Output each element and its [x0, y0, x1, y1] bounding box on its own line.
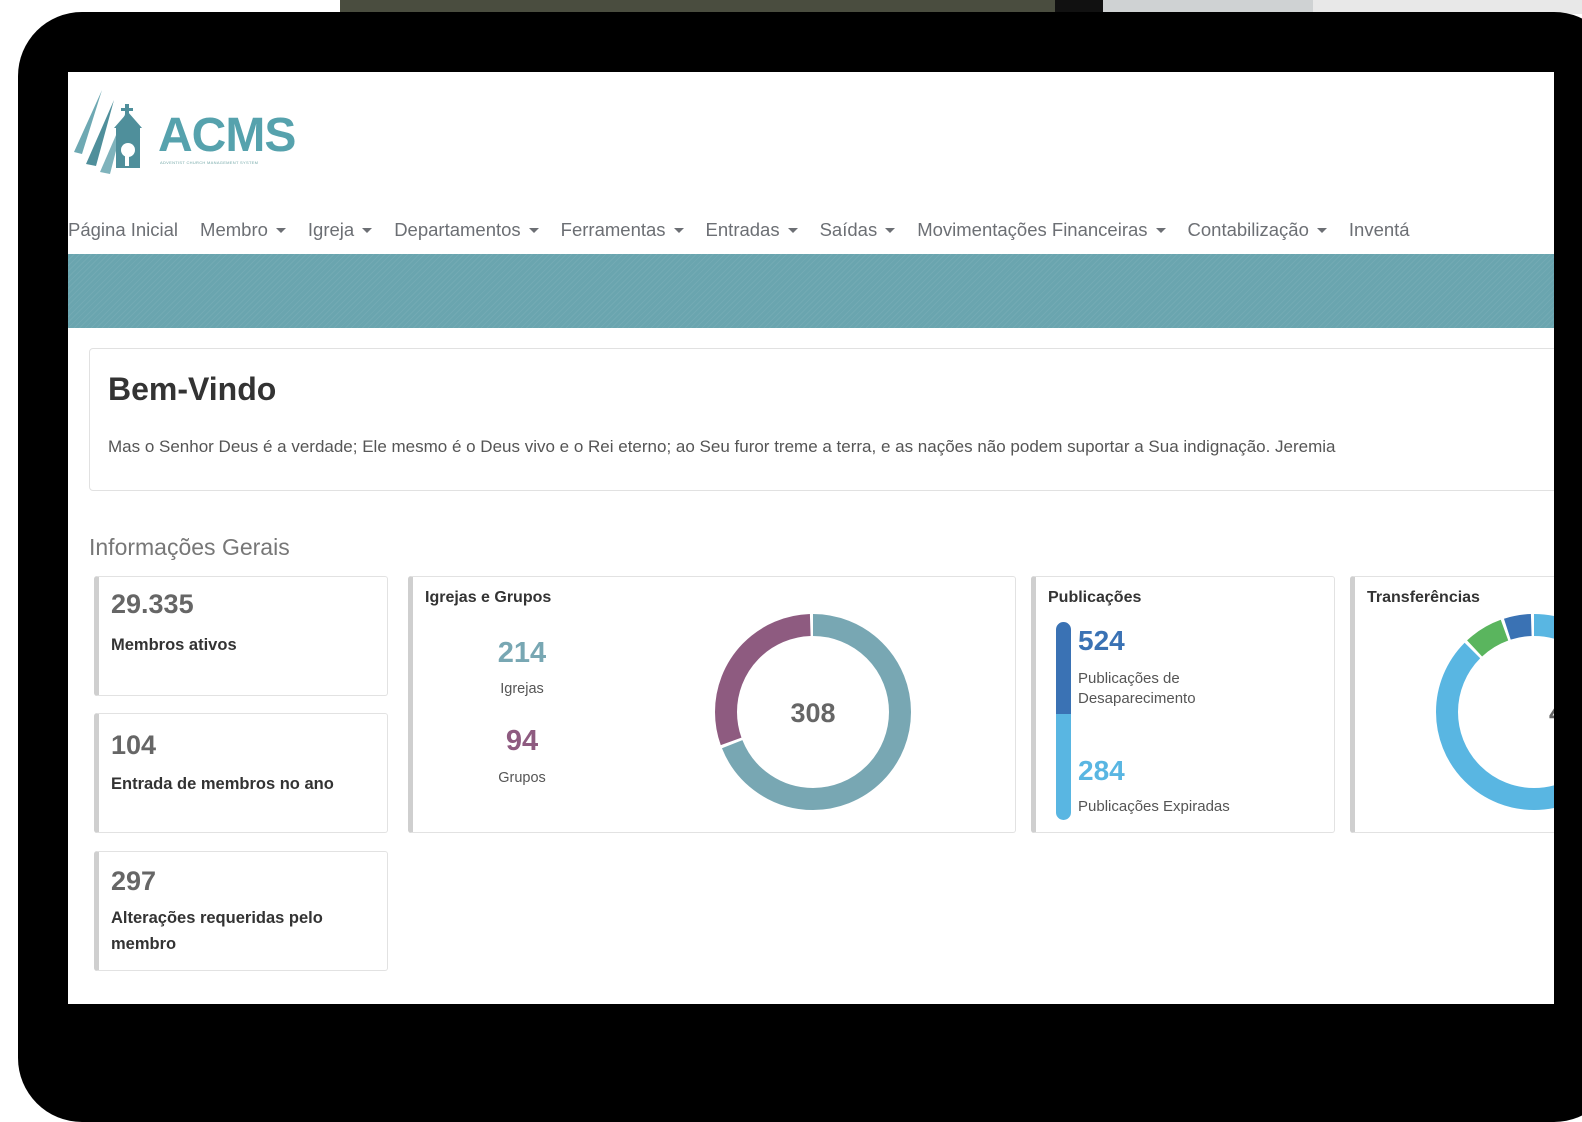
- donut-segment-0: [1436, 614, 1554, 810]
- section-title: Informações Gerais: [89, 534, 290, 560]
- desaparecimento-value: 524: [1078, 625, 1125, 656]
- nav-item-4[interactable]: Ferramentas: [561, 218, 684, 242]
- transferencias-panel[interactable]: Transferências 48: [1350, 576, 1554, 833]
- caret-down-icon: [1155, 227, 1166, 233]
- stat-value: 297: [111, 866, 157, 896]
- welcome-verse: Mas o Senhor Deus é a verdade; Ele mesmo…: [108, 437, 1336, 456]
- stat-card-membros-ativos[interactable]: 29.335 Membros ativos: [94, 576, 388, 696]
- igrejas-label: Igrejas: [500, 681, 544, 697]
- nav-item-label: Saídas: [819, 219, 878, 240]
- caret-down-icon: [673, 227, 684, 233]
- stat-value: 29.335: [111, 589, 194, 619]
- nav-item-9[interactable]: Inventá: [1349, 218, 1410, 242]
- logo-subtitle: ADVENTIST CHURCH MANAGEMENT SYSTEM: [160, 160, 259, 165]
- publicacoes-panel[interactable]: Publicações 524 Publicações de Desaparec…: [1031, 576, 1335, 833]
- nav-item-label: Membro: [200, 219, 268, 240]
- grupos-label: Grupos: [498, 770, 546, 786]
- igrejas-grupos-panel[interactable]: Igrejas e Grupos 214 Igrejas 94 Grupos 3…: [408, 576, 1016, 833]
- expiradas-label: Publicações Expiradas: [1078, 798, 1230, 815]
- igrejas-grupos-donut: 308: [715, 614, 911, 810]
- caret-down-icon: [362, 227, 373, 233]
- acms-logo[interactable]: ACMS ADVENTIST CHURCH MANAGEMENT SYSTEM: [72, 82, 312, 178]
- caret-down-icon: [275, 227, 286, 233]
- panel-title: Publicações: [1048, 589, 1142, 606]
- nav-item-7[interactable]: Movimentações Financeiras: [917, 218, 1166, 242]
- welcome-panel: Bem-Vindo Mas o Senhor Deus é a verdade;…: [89, 348, 1554, 491]
- nav-item-label: Contabilização: [1187, 219, 1309, 240]
- donut-total: 48: [1549, 698, 1554, 728]
- stat-label: Entrada de membros no ano: [111, 775, 334, 793]
- nav-item-8[interactable]: Contabilização: [1188, 218, 1327, 242]
- panel-title: Igrejas e Grupos: [425, 589, 552, 606]
- logo-flame-icon: [74, 90, 142, 174]
- transferencias-donut: 48: [1436, 614, 1554, 810]
- publicacoes-expiradas-bar: [1056, 714, 1071, 820]
- stat-label: Membros ativos: [111, 636, 237, 654]
- donut-total: 308: [790, 698, 835, 728]
- nav-item-label: Departamentos: [394, 219, 521, 240]
- stat-card-alteracoes[interactable]: 297 Alterações requeridas pelo membro: [94, 851, 388, 971]
- nav-item-label: Movimentações Financeiras: [917, 219, 1148, 240]
- nav-item-1[interactable]: Membro: [200, 218, 286, 242]
- nav-item-label: Inventá: [1348, 219, 1410, 240]
- caret-down-icon: [787, 227, 798, 233]
- nav-item-label: Ferramentas: [560, 219, 666, 240]
- grupos-value: 94: [505, 725, 539, 757]
- logo-text: ACMS: [158, 109, 296, 162]
- nav-item-label: Igreja: [307, 219, 355, 240]
- igrejas-value: 214: [497, 637, 547, 669]
- nav-item-5[interactable]: Entradas: [706, 218, 798, 242]
- main-navigation: Página Inicial Membro Igreja Departamentos F…: [68, 218, 1432, 242]
- nav-item-label: Página Inicial: [68, 219, 179, 240]
- stat-label: Alterações requeridas pelo membro: [111, 909, 323, 953]
- nav-item-6[interactable]: Saídas: [820, 218, 896, 242]
- header-banner: [68, 254, 1554, 328]
- caret-down-icon: [1316, 227, 1327, 233]
- stat-value: 104: [111, 730, 157, 760]
- panel-title: Transferências: [1367, 589, 1480, 606]
- expiradas-value: 284: [1078, 755, 1125, 786]
- nav-item-label: Entradas: [705, 219, 780, 240]
- publicacoes-desaparecimento-bar: [1056, 622, 1071, 714]
- caret-down-icon: [885, 227, 896, 233]
- caret-down-icon: [528, 227, 539, 233]
- nav-item-2[interactable]: Igreja: [307, 218, 373, 242]
- stat-card-entrada-membros[interactable]: 104 Entrada de membros no ano: [94, 713, 388, 833]
- desaparecimento-label: Publicações de Desaparecimento: [1078, 670, 1196, 707]
- welcome-title: Bem-Vindo: [108, 371, 277, 407]
- nav-item-3[interactable]: Departamentos: [394, 218, 539, 242]
- nav-item-0[interactable]: Página Inicial: [68, 218, 178, 242]
- app-screen: ACMS ADVENTIST CHURCH MANAGEMENT SYSTEM …: [68, 72, 1554, 1004]
